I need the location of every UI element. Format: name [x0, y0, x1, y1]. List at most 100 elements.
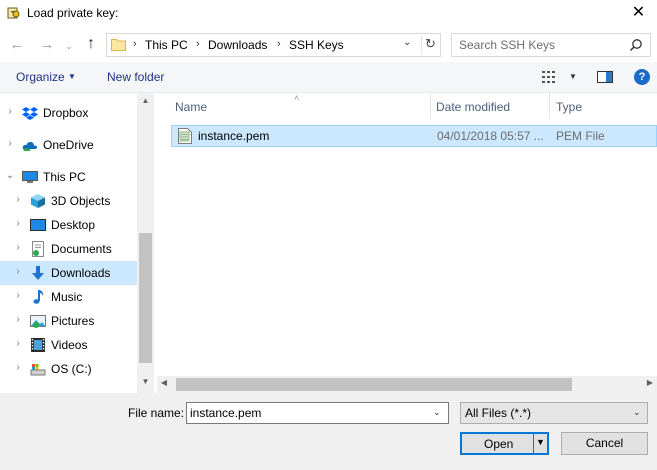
sidebar-item-music[interactable]: › Music: [0, 285, 137, 309]
column-header-name[interactable]: Name: [175, 100, 207, 114]
open-options-caret-icon[interactable]: ▼: [536, 437, 545, 447]
file-type-cell: PEM File: [556, 129, 605, 143]
breadcrumb-separator[interactable]: ›: [196, 38, 200, 50]
nav-scroll-thumb[interactable]: [139, 233, 152, 363]
column-header-date-modified[interactable]: Date modified: [436, 100, 510, 114]
file-list[interactable]: ˄ Name Date modified Type instance.pem 0…: [157, 93, 657, 393]
sidebar-item-documents[interactable]: › Documents: [0, 237, 137, 261]
view-caret-icon[interactable]: ▼: [569, 72, 577, 81]
expand-chevron-icon[interactable]: ›: [13, 314, 23, 325]
scroll-down-icon[interactable]: ▼: [137, 377, 154, 391]
sidebar-item-label: 3D Objects: [51, 194, 111, 208]
open-button[interactable]: Open ▼: [460, 432, 549, 455]
sidebar-item-os-c[interactable]: › OS (C:): [0, 357, 137, 381]
music-icon: [33, 290, 44, 304]
dialog-footer: File name: ⌄ All Files (*.*) ⌄ Open ▼ Ca…: [0, 393, 657, 470]
view-options-icon[interactable]: [542, 71, 558, 83]
chevron-down-icon[interactable]: ⌄: [633, 407, 641, 418]
recent-locations-icon[interactable]: ⌄: [64, 38, 74, 54]
sidebar-item-label: This PC: [43, 170, 86, 184]
folder-icon: [111, 39, 126, 51]
pem-file-icon: [178, 128, 192, 144]
command-toolbar: Organize ▼ New folder ▼ ?: [0, 62, 657, 93]
sidebar-item-label: Videos: [51, 338, 88, 352]
sidebar-item-label: OneDrive: [43, 138, 94, 152]
file-name-label: File name:: [128, 406, 185, 420]
documents-icon: [32, 241, 44, 257]
expand-chevron-icon[interactable]: ›: [13, 266, 23, 277]
search-input[interactable]: [459, 37, 619, 53]
drive-icon: [30, 364, 46, 376]
up-arrow-icon[interactable]: ↑: [82, 36, 100, 54]
column-header-type[interactable]: Type: [556, 100, 582, 114]
expand-chevron-icon[interactable]: ›: [5, 138, 15, 149]
file-list-horizontal-scrollbar[interactable]: ◀ ▶: [157, 376, 657, 393]
sidebar-item-pictures[interactable]: › Pictures: [0, 309, 137, 333]
search-icon[interactable]: [629, 38, 643, 52]
3d-objects-icon: [31, 194, 45, 208]
sidebar-item-dropbox[interactable]: › Dropbox: [0, 101, 137, 125]
breadcrumb-downloads[interactable]: Downloads: [208, 38, 267, 52]
sidebar-item-label: Desktop: [51, 218, 96, 232]
expand-chevron-icon[interactable]: ›: [5, 106, 15, 117]
file-date-cell: 04/01/2018 05:57 ...: [437, 129, 544, 143]
expand-chevron-icon[interactable]: ›: [13, 242, 23, 253]
key-icon: [7, 7, 20, 19]
downloads-icon: [32, 266, 44, 280]
videos-icon: [31, 338, 45, 352]
scroll-left-icon[interactable]: ◀: [157, 378, 171, 387]
window-title: Load private key:: [27, 6, 119, 20]
file-name-cell: instance.pem: [198, 129, 270, 143]
sidebar-item-this-pc[interactable]: ⌄ This PC: [0, 165, 137, 189]
column-divider[interactable]: [549, 93, 550, 119]
sort-indicator-icon: ˄: [294, 93, 300, 103]
file-name-combobox[interactable]: ⌄: [186, 402, 449, 424]
help-icon[interactable]: ?: [634, 69, 650, 85]
forward-arrow-icon[interactable]: →: [38, 37, 56, 53]
expand-chevron-icon[interactable]: ›: [13, 218, 23, 229]
expand-chevron-icon[interactable]: ›: [13, 194, 23, 205]
dropbox-icon: [22, 107, 38, 120]
sidebar-item-label: Dropbox: [43, 106, 89, 120]
address-bar[interactable]: › This PC › Downloads › SSH Keys ⌄ ↻: [106, 33, 441, 57]
search-box[interactable]: [451, 33, 651, 57]
refresh-icon[interactable]: ↻: [421, 36, 439, 54]
sidebar-item-label: Pictures: [51, 314, 95, 328]
collapse-chevron-icon[interactable]: ⌄: [5, 170, 15, 181]
file-type-filter-select[interactable]: All Files (*.*) ⌄: [460, 402, 648, 424]
navigation-pane[interactable]: › Dropbox › OneDrive ⌄ This PC › 3D Obje…: [0, 93, 155, 393]
cancel-button[interactable]: Cancel: [561, 432, 648, 455]
breadcrumb-this-pc[interactable]: This PC: [145, 38, 188, 52]
preview-pane-icon[interactable]: [597, 71, 613, 83]
column-divider[interactable]: [430, 93, 431, 119]
breadcrumb-ssh-keys[interactable]: SSH Keys: [289, 38, 344, 52]
sidebar-item-label: OS (C:): [51, 362, 92, 376]
back-arrow-icon[interactable]: ←: [8, 37, 26, 53]
organize-caret-icon[interactable]: ▼: [68, 72, 76, 81]
pictures-icon: [30, 315, 46, 328]
open-button-label[interactable]: Open: [484, 437, 513, 451]
expand-chevron-icon[interactable]: ›: [13, 362, 23, 373]
pc-icon: [22, 171, 38, 183]
organize-button[interactable]: Organize: [16, 70, 65, 84]
desktop-icon: [30, 219, 46, 231]
close-button[interactable]: ✕: [620, 0, 657, 28]
chevron-down-icon[interactable]: ⌄: [433, 407, 441, 418]
expand-chevron-icon[interactable]: ›: [13, 290, 23, 301]
expand-chevron-icon[interactable]: ›: [13, 338, 23, 349]
scroll-right-icon[interactable]: ▶: [643, 378, 657, 387]
file-name-input[interactable]: [190, 405, 425, 421]
new-folder-button[interactable]: New folder: [107, 70, 164, 84]
onedrive-icon: [22, 141, 38, 151]
open-split-divider: [533, 434, 534, 453]
breadcrumb-separator[interactable]: ›: [277, 38, 281, 50]
table-row[interactable]: instance.pem 04/01/2018 05:57 ... PEM Fi…: [171, 125, 657, 147]
scroll-up-icon[interactable]: ▲: [137, 96, 154, 110]
sidebar-item-onedrive[interactable]: › OneDrive: [0, 133, 137, 157]
sidebar-item-videos[interactable]: › Videos: [0, 333, 137, 357]
address-dropdown-icon[interactable]: ⌄: [403, 37, 417, 48]
sidebar-item-3d-objects[interactable]: › 3D Objects: [0, 189, 137, 213]
sidebar-item-downloads[interactable]: › Downloads: [0, 261, 137, 285]
sidebar-item-desktop[interactable]: › Desktop: [0, 213, 137, 237]
horizontal-scroll-thumb[interactable]: [176, 378, 572, 391]
